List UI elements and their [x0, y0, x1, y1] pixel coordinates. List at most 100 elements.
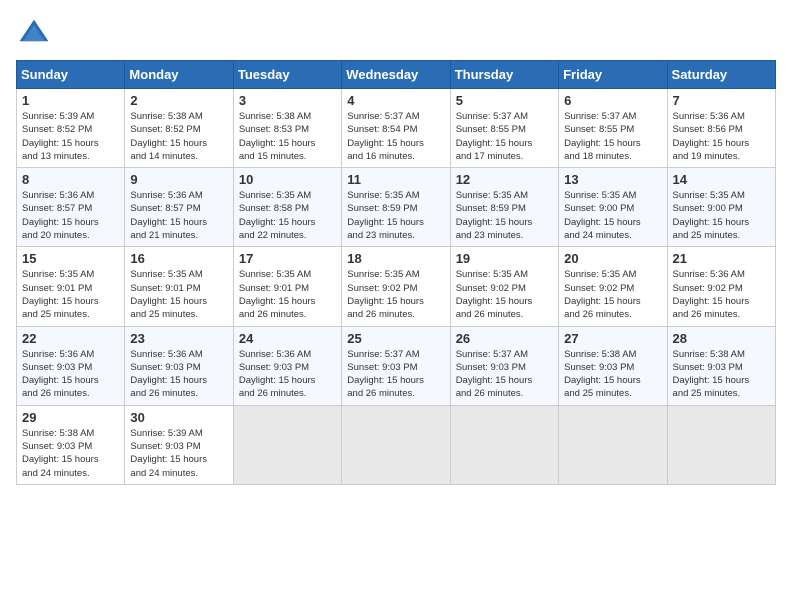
day-number: 5: [456, 93, 553, 108]
calendar-cell: 5 Sunrise: 5:37 AM Sunset: 8:55 PM Dayli…: [450, 89, 558, 168]
calendar-week-2: 8 Sunrise: 5:36 AM Sunset: 8:57 PM Dayli…: [17, 168, 776, 247]
calendar-cell: 12 Sunrise: 5:35 AM Sunset: 8:59 PM Dayl…: [450, 168, 558, 247]
day-info: Sunrise: 5:35 AM Sunset: 9:01 PM Dayligh…: [239, 268, 336, 321]
calendar-header-row: SundayMondayTuesdayWednesdayThursdayFrid…: [17, 61, 776, 89]
day-number: 14: [673, 172, 770, 187]
day-info: Sunrise: 5:35 AM Sunset: 9:02 PM Dayligh…: [564, 268, 661, 321]
logo: [16, 16, 56, 52]
calendar-cell: 22 Sunrise: 5:36 AM Sunset: 9:03 PM Dayl…: [17, 326, 125, 405]
calendar-cell: 9 Sunrise: 5:36 AM Sunset: 8:57 PM Dayli…: [125, 168, 233, 247]
calendar-cell: [233, 405, 341, 484]
calendar-cell: [559, 405, 667, 484]
calendar-cell: 18 Sunrise: 5:35 AM Sunset: 9:02 PM Dayl…: [342, 247, 450, 326]
day-info: Sunrise: 5:38 AM Sunset: 9:03 PM Dayligh…: [22, 427, 119, 480]
day-info: Sunrise: 5:36 AM Sunset: 8:56 PM Dayligh…: [673, 110, 770, 163]
logo-icon: [16, 16, 52, 52]
calendar-cell: 26 Sunrise: 5:37 AM Sunset: 9:03 PM Dayl…: [450, 326, 558, 405]
calendar-week-1: 1 Sunrise: 5:39 AM Sunset: 8:52 PM Dayli…: [17, 89, 776, 168]
day-number: 4: [347, 93, 444, 108]
calendar-header-saturday: Saturday: [667, 61, 775, 89]
day-number: 6: [564, 93, 661, 108]
calendar-cell: 7 Sunrise: 5:36 AM Sunset: 8:56 PM Dayli…: [667, 89, 775, 168]
day-number: 26: [456, 331, 553, 346]
day-number: 27: [564, 331, 661, 346]
day-info: Sunrise: 5:39 AM Sunset: 9:03 PM Dayligh…: [130, 427, 227, 480]
calendar-cell: 29 Sunrise: 5:38 AM Sunset: 9:03 PM Dayl…: [17, 405, 125, 484]
calendar-header-thursday: Thursday: [450, 61, 558, 89]
calendar-cell: 14 Sunrise: 5:35 AM Sunset: 9:00 PM Dayl…: [667, 168, 775, 247]
day-info: Sunrise: 5:37 AM Sunset: 8:54 PM Dayligh…: [347, 110, 444, 163]
day-info: Sunrise: 5:35 AM Sunset: 9:02 PM Dayligh…: [347, 268, 444, 321]
day-number: 1: [22, 93, 119, 108]
day-info: Sunrise: 5:39 AM Sunset: 8:52 PM Dayligh…: [22, 110, 119, 163]
day-number: 21: [673, 251, 770, 266]
day-number: 9: [130, 172, 227, 187]
day-number: 22: [22, 331, 119, 346]
day-info: Sunrise: 5:35 AM Sunset: 9:02 PM Dayligh…: [456, 268, 553, 321]
calendar-cell: 23 Sunrise: 5:36 AM Sunset: 9:03 PM Dayl…: [125, 326, 233, 405]
page-header: [16, 16, 776, 52]
calendar-cell: 11 Sunrise: 5:35 AM Sunset: 8:59 PM Dayl…: [342, 168, 450, 247]
calendar-cell: [667, 405, 775, 484]
day-number: 2: [130, 93, 227, 108]
day-info: Sunrise: 5:35 AM Sunset: 9:01 PM Dayligh…: [130, 268, 227, 321]
day-number: 18: [347, 251, 444, 266]
day-info: Sunrise: 5:37 AM Sunset: 9:03 PM Dayligh…: [456, 348, 553, 401]
day-number: 16: [130, 251, 227, 266]
calendar-cell: 2 Sunrise: 5:38 AM Sunset: 8:52 PM Dayli…: [125, 89, 233, 168]
calendar-cell: 20 Sunrise: 5:35 AM Sunset: 9:02 PM Dayl…: [559, 247, 667, 326]
day-info: Sunrise: 5:37 AM Sunset: 9:03 PM Dayligh…: [347, 348, 444, 401]
day-number: 7: [673, 93, 770, 108]
day-number: 24: [239, 331, 336, 346]
day-number: 30: [130, 410, 227, 425]
calendar-cell: 4 Sunrise: 5:37 AM Sunset: 8:54 PM Dayli…: [342, 89, 450, 168]
calendar-header-wednesday: Wednesday: [342, 61, 450, 89]
day-info: Sunrise: 5:35 AM Sunset: 8:58 PM Dayligh…: [239, 189, 336, 242]
day-info: Sunrise: 5:36 AM Sunset: 9:03 PM Dayligh…: [130, 348, 227, 401]
day-info: Sunrise: 5:35 AM Sunset: 8:59 PM Dayligh…: [347, 189, 444, 242]
day-number: 11: [347, 172, 444, 187]
calendar-cell: 17 Sunrise: 5:35 AM Sunset: 9:01 PM Dayl…: [233, 247, 341, 326]
day-info: Sunrise: 5:36 AM Sunset: 8:57 PM Dayligh…: [130, 189, 227, 242]
calendar-header-monday: Monday: [125, 61, 233, 89]
day-number: 28: [673, 331, 770, 346]
day-info: Sunrise: 5:36 AM Sunset: 9:03 PM Dayligh…: [22, 348, 119, 401]
calendar-cell: 1 Sunrise: 5:39 AM Sunset: 8:52 PM Dayli…: [17, 89, 125, 168]
calendar-week-3: 15 Sunrise: 5:35 AM Sunset: 9:01 PM Dayl…: [17, 247, 776, 326]
calendar-cell: 6 Sunrise: 5:37 AM Sunset: 8:55 PM Dayli…: [559, 89, 667, 168]
day-number: 15: [22, 251, 119, 266]
calendar-cell: 16 Sunrise: 5:35 AM Sunset: 9:01 PM Dayl…: [125, 247, 233, 326]
calendar-cell: 10 Sunrise: 5:35 AM Sunset: 8:58 PM Dayl…: [233, 168, 341, 247]
day-info: Sunrise: 5:35 AM Sunset: 8:59 PM Dayligh…: [456, 189, 553, 242]
calendar-cell: 19 Sunrise: 5:35 AM Sunset: 9:02 PM Dayl…: [450, 247, 558, 326]
day-number: 10: [239, 172, 336, 187]
calendar-cell: 15 Sunrise: 5:35 AM Sunset: 9:01 PM Dayl…: [17, 247, 125, 326]
day-info: Sunrise: 5:38 AM Sunset: 9:03 PM Dayligh…: [564, 348, 661, 401]
calendar-cell: 27 Sunrise: 5:38 AM Sunset: 9:03 PM Dayl…: [559, 326, 667, 405]
day-number: 8: [22, 172, 119, 187]
calendar-cell: 25 Sunrise: 5:37 AM Sunset: 9:03 PM Dayl…: [342, 326, 450, 405]
calendar-header-friday: Friday: [559, 61, 667, 89]
day-number: 19: [456, 251, 553, 266]
day-info: Sunrise: 5:36 AM Sunset: 9:02 PM Dayligh…: [673, 268, 770, 321]
day-number: 12: [456, 172, 553, 187]
day-info: Sunrise: 5:37 AM Sunset: 8:55 PM Dayligh…: [456, 110, 553, 163]
calendar-cell: 28 Sunrise: 5:38 AM Sunset: 9:03 PM Dayl…: [667, 326, 775, 405]
day-info: Sunrise: 5:38 AM Sunset: 8:52 PM Dayligh…: [130, 110, 227, 163]
day-info: Sunrise: 5:36 AM Sunset: 9:03 PM Dayligh…: [239, 348, 336, 401]
day-info: Sunrise: 5:36 AM Sunset: 8:57 PM Dayligh…: [22, 189, 119, 242]
day-number: 17: [239, 251, 336, 266]
day-number: 29: [22, 410, 119, 425]
day-info: Sunrise: 5:35 AM Sunset: 9:00 PM Dayligh…: [673, 189, 770, 242]
day-info: Sunrise: 5:37 AM Sunset: 8:55 PM Dayligh…: [564, 110, 661, 163]
day-number: 3: [239, 93, 336, 108]
calendar-week-5: 29 Sunrise: 5:38 AM Sunset: 9:03 PM Dayl…: [17, 405, 776, 484]
day-info: Sunrise: 5:38 AM Sunset: 8:53 PM Dayligh…: [239, 110, 336, 163]
calendar-week-4: 22 Sunrise: 5:36 AM Sunset: 9:03 PM Dayl…: [17, 326, 776, 405]
calendar-cell: 8 Sunrise: 5:36 AM Sunset: 8:57 PM Dayli…: [17, 168, 125, 247]
calendar-cell: 3 Sunrise: 5:38 AM Sunset: 8:53 PM Dayli…: [233, 89, 341, 168]
calendar-table: SundayMondayTuesdayWednesdayThursdayFrid…: [16, 60, 776, 485]
day-info: Sunrise: 5:35 AM Sunset: 9:00 PM Dayligh…: [564, 189, 661, 242]
calendar-cell: [342, 405, 450, 484]
day-number: 20: [564, 251, 661, 266]
